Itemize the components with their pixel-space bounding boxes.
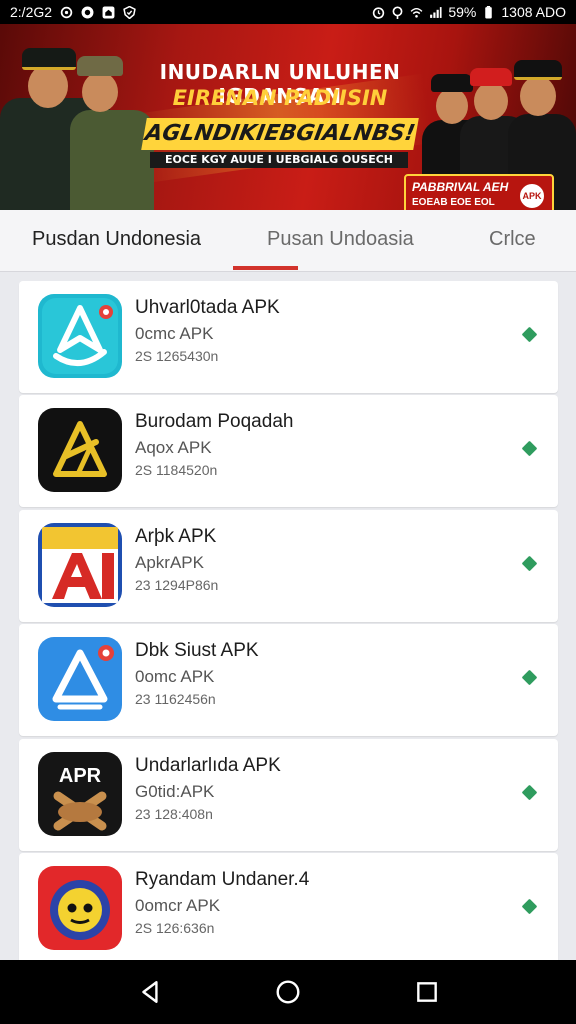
soldier-figure-left-2 (64, 24, 154, 210)
no-apk-icon: APK (518, 182, 546, 210)
status-diamond-icon (521, 898, 538, 915)
app-meta: 2S 126:636n (135, 919, 215, 936)
apr-app-icon: APR (38, 751, 122, 836)
app-meta: 23 1162456n (135, 691, 216, 708)
status-diamond-icon (521, 326, 538, 343)
active-tab-indicator (233, 266, 298, 270)
banner-tagline: EOCE KGY AUUE I UEBGIALG OUSECH (150, 152, 408, 168)
back-icon (142, 981, 158, 1003)
app-meta: 2S 1265430n (135, 348, 219, 364)
app-title: Undarlarlıda APK (135, 754, 281, 776)
tab-crlce[interactable]: Crlce (489, 228, 536, 251)
status-time: 2:/2G2 (10, 4, 53, 20)
app-subtitle: ApkrAPK (135, 552, 204, 572)
promo-badge[interactable]: PABBRIVAL AEH EOEAB EOE EOL APK (404, 174, 554, 210)
app-subtitle: G0tid:APK (135, 781, 215, 801)
list-item[interactable]: Arþk APK ApkrAPK 23 1294P86n (19, 509, 558, 622)
app-title: Ryandam Undaner.4 (135, 868, 310, 890)
app-subtitle: 0omc APK (135, 667, 215, 687)
promo-badge-icon-label: APK (522, 191, 542, 201)
app-list: Uhvarl0tada APK 0cmc APK 2S 1265430n Bur… (19, 281, 558, 967)
app-subtitle: Aqox APK (135, 438, 212, 458)
status-bar: 2:/2G2 59% 1308 ADO (0, 0, 576, 24)
recents-button[interactable] (411, 976, 443, 1008)
app-title: Dbk Siust APK (135, 640, 259, 662)
tab-bar: Pusdan Undonesia Pusan Undoasia Crlce (0, 210, 576, 272)
list-item[interactable]: Burodam Poqadah Aqox APK 2S 1184520n (19, 395, 558, 508)
app-title: Arþk APK (135, 525, 217, 547)
tab-pusdan-undonesia[interactable]: Pusdan Undonesia (32, 228, 201, 251)
list-item[interactable]: Dbk Siust APK 0omc APK 23 1162456n (19, 624, 558, 737)
banner-subheadline: EIRENAN PADIISIN (172, 86, 388, 110)
signal-icon (429, 6, 442, 19)
recents-icon (417, 982, 437, 1002)
promo-banner[interactable]: INUDARLN UNLUHEN IGDANSAN EIRENAN PADIIS… (0, 24, 576, 210)
app-meta: 23 128:408n (135, 805, 213, 822)
back-button[interactable] (135, 976, 167, 1008)
navigation-bar (0, 960, 576, 1024)
list-item[interactable]: Ryandam Undaner.4 0omcr APK 2S 126:636n (19, 852, 558, 965)
list-item[interactable]: APR Undarlarlıda APK G0tid:APK 23 128:40… (19, 738, 558, 851)
status-diamond-icon (521, 669, 538, 686)
tab-pusan-undoasia[interactable]: Pusan Undoasia (267, 228, 414, 251)
home-icon (102, 6, 115, 19)
app-subtitle: 0omcr APK (135, 895, 221, 915)
red-a-app-icon (38, 522, 122, 607)
app-meta: 23 1294P86n (135, 576, 219, 593)
app-meta: 2S 1184520n (135, 462, 218, 479)
status-clock: 1308 ADO (501, 4, 566, 20)
status-diamond-icon (521, 784, 538, 800)
wifi-icon (410, 6, 423, 19)
sun-face-app-icon (38, 865, 122, 950)
app-title: Burodam Poqadah (135, 411, 294, 433)
location-icon (391, 5, 404, 19)
app-subtitle: 0cmc APK (135, 324, 214, 343)
home-icon (276, 980, 300, 1004)
battery-icon (482, 5, 495, 19)
status-diamond-icon (521, 555, 538, 572)
status-diamond-icon (521, 441, 538, 457)
battery-percent: 59% (448, 4, 477, 20)
app-title: Uhvarl0tada APK (135, 297, 280, 318)
banner-callout: AGLNDIKIEBGIALNBS! (141, 118, 419, 150)
record-icon (81, 6, 94, 19)
list-item[interactable]: Uhvarl0tada APK 0cmc APK 2S 1265430n (19, 281, 558, 393)
blue-arrow-app-icon (38, 294, 122, 378)
settings-icon (60, 6, 73, 19)
blue-triangle-app-icon (38, 637, 122, 722)
home-button[interactable] (272, 976, 304, 1008)
svg-text:APR: APR (59, 765, 102, 787)
alarm-icon (372, 6, 385, 19)
shield-icon (123, 5, 136, 19)
black-gold-app-icon (38, 408, 122, 493)
